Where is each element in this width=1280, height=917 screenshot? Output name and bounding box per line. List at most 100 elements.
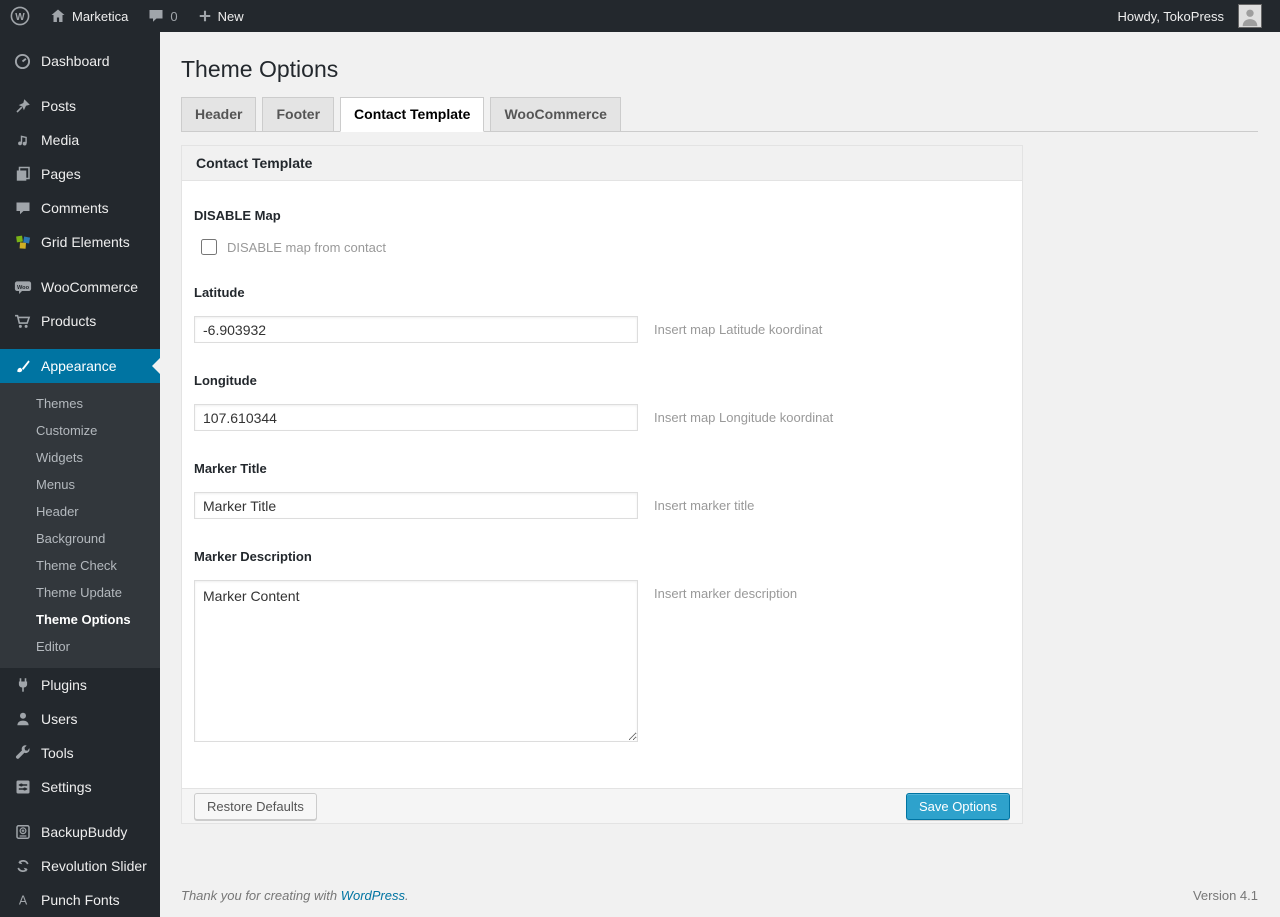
field-label-latitude: Latitude [194,285,245,300]
svg-text:W: W [15,12,25,23]
appearance-submenu: Themes Customize Widgets Menus Header Ba… [0,383,160,668]
sidebar-item-pages[interactable]: Pages [0,157,160,191]
sidebar-item-label: Settings [41,779,92,795]
sidebar-item-appearance[interactable]: Appearance [0,349,160,383]
theme-options-tabs: Header Footer Contact Template WooCommer… [181,97,1258,132]
sidebar-item-label: Users [41,711,78,727]
site-link[interactable]: Marketica [40,0,138,32]
marker-description-hint: Insert marker description [654,586,798,601]
submenu-item-theme-options[interactable]: Theme Options [0,606,160,633]
sidebar-item-revolution-slider[interactable]: Revolution Slider [0,849,160,883]
marker-description-field: Marker Description Marker Content Insert… [194,549,1010,742]
submenu-item-background[interactable]: Background [0,525,160,552]
save-options-button[interactable]: Save Options [905,792,1010,820]
wordpress-logo-icon: W [10,6,30,26]
field-label-marker-description: Marker Description [194,549,312,564]
sidebar-item-label: WooCommerce [41,279,138,295]
backup-disk-icon [13,823,32,842]
submenu-item-theme-update[interactable]: Theme Update [0,579,160,606]
submenu-item-theme-check[interactable]: Theme Check [0,552,160,579]
grid-icon [13,233,32,252]
submenu-item-header[interactable]: Header [0,498,160,525]
sidebar-item-users[interactable]: Users [0,702,160,736]
marker-title-input[interactable] [194,492,638,519]
my-account-menu[interactable]: Howdy, TokoPress [1108,4,1272,28]
submenu-item-themes[interactable]: Themes [0,390,160,417]
tab-woocommerce[interactable]: WooCommerce [490,97,621,131]
tab-contact-template[interactable]: Contact Template [340,97,485,132]
field-label-disable-map: DISABLE Map [194,208,281,223]
disable-map-field: DISABLE Map DISABLE map from contact [194,208,1010,255]
marker-title-field: Marker Title Insert marker title [194,461,1010,519]
media-icon [13,131,32,150]
submenu-item-menus[interactable]: Menus [0,471,160,498]
submenu-item-widgets[interactable]: Widgets [0,444,160,471]
wordpress-link[interactable]: WordPress [341,888,405,903]
latitude-hint: Insert map Latitude koordinat [654,322,823,337]
sidebar-item-label: Comments [41,200,109,216]
comment-bubble-icon [148,8,164,24]
sidebar-item-products[interactable]: Products [0,304,160,338]
sidebar-item-label: Tools [41,745,74,761]
wordpress-logo-menu[interactable]: W [0,0,40,32]
sidebar-item-woocommerce[interactable]: Woo WooCommerce [0,270,160,304]
sidebar-item-settings[interactable]: Settings [0,770,160,804]
sidebar-item-label: Plugins [41,677,87,693]
sidebar-item-plugins[interactable]: Plugins [0,668,160,702]
new-content-menu[interactable]: New [188,0,254,32]
submenu-item-customize[interactable]: Customize [0,417,160,444]
marker-title-hint: Insert marker title [654,498,755,513]
site-name: Marketica [72,8,129,24]
marker-description-textarea[interactable]: Marker Content [194,580,638,742]
tab-header[interactable]: Header [181,97,257,131]
tab-footer[interactable]: Footer [262,97,335,131]
avatar [1238,4,1262,28]
sidebar-item-comments[interactable]: Comments [0,191,160,225]
comment-icon [13,199,32,218]
cart-icon [13,312,32,331]
sidebar-item-punch-fonts[interactable]: A Punch Fonts [0,883,160,917]
sidebar-item-grid-elements[interactable]: Grid Elements [0,225,160,259]
sliders-icon [13,778,32,797]
sidebar-item-posts[interactable]: Posts [0,89,160,123]
sidebar-item-label: Posts [41,98,77,114]
sidebar-item-tools[interactable]: Tools [0,736,160,770]
latitude-field: Latitude Insert map Latitude koordinat [194,285,1010,343]
user-icon [13,710,32,729]
dashboard-icon [13,52,32,71]
woo-badge-icon: Woo [13,278,32,297]
latitude-input[interactable] [194,316,638,343]
sidebar-item-label: Pages [41,166,81,182]
comment-count: 0 [170,8,178,24]
field-label-longitude: Longitude [194,373,257,388]
disable-map-checkbox[interactable] [201,239,217,255]
svg-text:A: A [18,894,27,908]
panel-title: Contact Template [182,146,1022,181]
home-icon [50,8,66,24]
pushpin-icon [13,97,32,116]
longitude-input[interactable] [194,404,638,431]
paintbrush-icon [13,357,32,376]
footer-thanks: Thank you for creating with WordPress. [181,888,409,903]
sidebar-item-label: Revolution Slider [41,858,147,874]
longitude-field: Longitude Insert map Longitude koordinat [194,373,1010,431]
comments-shortcut[interactable]: 0 [138,0,187,32]
letter-a-icon: A [13,891,32,910]
plug-icon [13,676,32,695]
sidebar-item-label: Dashboard [41,53,110,69]
disable-map-checkbox-label[interactable]: DISABLE map from contact [227,240,386,255]
sidebar-item-label: Media [41,132,80,148]
longitude-hint: Insert map Longitude koordinat [654,410,834,425]
cycle-arrows-icon [13,857,32,876]
sidebar-item-backupbuddy[interactable]: BackupBuddy [0,815,160,849]
restore-defaults-button[interactable]: Restore Defaults [194,792,317,820]
contact-template-panel: Contact Template DISABLE Map DISABLE map… [181,145,1023,824]
submenu-item-editor[interactable]: Editor [0,633,160,660]
panel-footer: Restore Defaults Save Options [182,788,1022,823]
sidebar-item-dashboard[interactable]: Dashboard [0,44,160,78]
sidebar-item-media[interactable]: Media [0,123,160,157]
footer-version: Version 4.1 [1192,888,1258,903]
admin-sidebar: Dashboard Posts Media Pages Comments Gri… [0,32,160,917]
sidebar-item-label: Appearance [41,358,117,374]
page-title: Theme Options [181,56,339,82]
